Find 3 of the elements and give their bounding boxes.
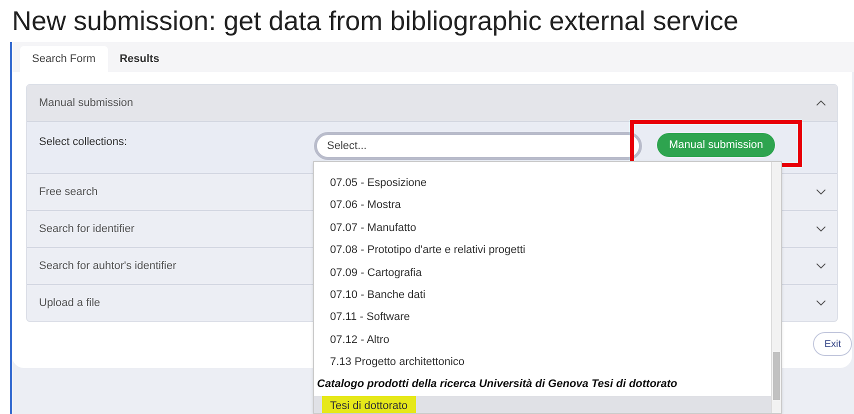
- option-group-label: Catalogo prodotti della ricerca Università di Genova Tesi di dottorato: [316, 377, 678, 392]
- page-title: New submission: get data from bibliographic external service: [11, 5, 740, 38]
- field-label: Select collections:: [39, 135, 128, 150]
